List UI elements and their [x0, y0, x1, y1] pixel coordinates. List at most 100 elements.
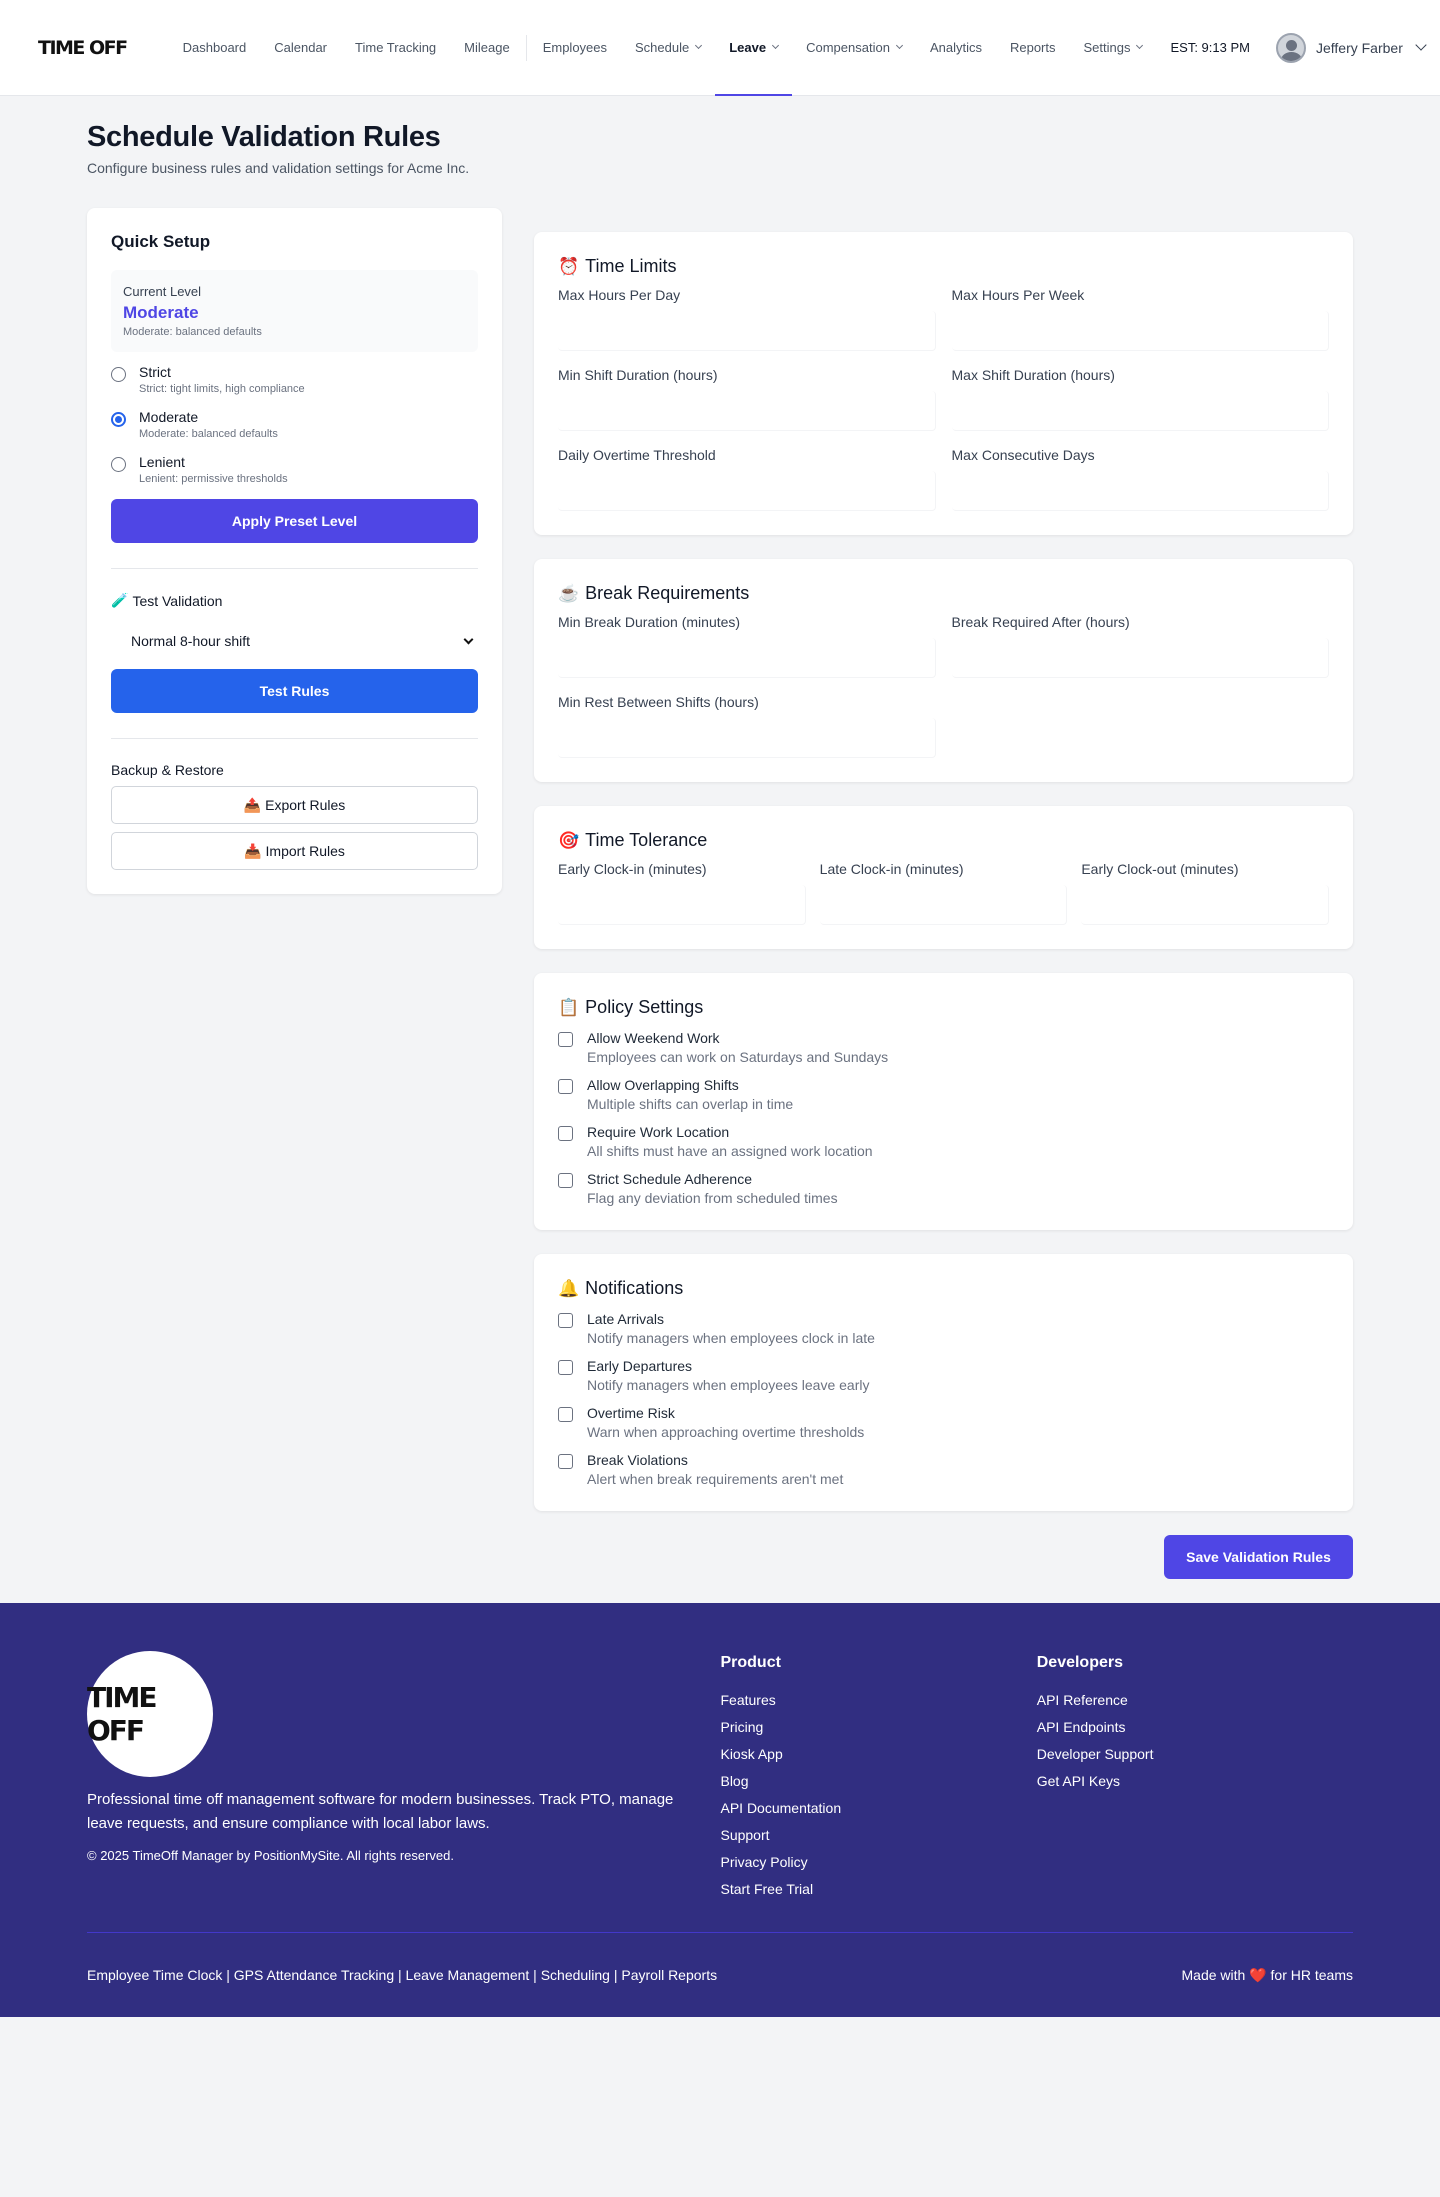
notifications-title: Notifications: [585, 1278, 684, 1298]
time-limits-card: ⏰ Time Limits Max Hours Per Day Max Hours…: [534, 232, 1353, 535]
footer-link-start-free-trial[interactable]: Start Free Trial: [720, 1881, 1036, 1897]
strict-schedule-adherence-option[interactable]: Strict Schedule Adherence Flag any deviat…: [558, 1171, 1329, 1206]
footer-link-api-documentation[interactable]: API Documentation: [720, 1800, 1036, 1816]
preset-lenient[interactable]: Lenient Lenient: permissive thresholds: [111, 454, 478, 485]
overtime-risk-option[interactable]: Overtime Risk Warn when approaching overt…: [558, 1405, 1329, 1440]
option-description: Notify managers when employees leave ear…: [587, 1377, 870, 1393]
max-hours-per-day-input[interactable]: [558, 311, 936, 351]
page-subtitle: Configure business rules and validation …: [87, 160, 470, 176]
field-label: Daily Overtime Threshold: [558, 447, 716, 463]
nav-leave[interactable]: Leave: [715, 0, 792, 96]
late-clock-in-input[interactable]: [819, 885, 1068, 925]
footer-link-features[interactable]: Features: [720, 1692, 1036, 1708]
made-with-suffix: for HR teams: [1270, 1966, 1353, 1983]
footer-link-privacy-policy[interactable]: Privacy Policy: [720, 1854, 1036, 1870]
nav-employees[interactable]: Employees: [529, 0, 621, 96]
preset-moderate[interactable]: Moderate Moderate: balanced defaults: [111, 409, 478, 440]
nav-time-tracking[interactable]: Time Tracking: [341, 0, 450, 96]
break-required-after-input[interactable]: [951, 638, 1329, 678]
quick-setup-title: Quick Setup: [111, 232, 211, 251]
user-menu[interactable]: Jeffery Farber: [1275, 32, 1427, 63]
option-description: Employees can work on Saturdays and Sund…: [587, 1049, 889, 1065]
test-scenario-select[interactable]: Normal 8-hour shift: [111, 621, 478, 661]
late-clock-in-field: Late Clock-in (minutes): [819, 861, 1068, 925]
divider: [111, 738, 478, 739]
field-label: Max Hours Per Week: [951, 287, 1085, 303]
footer-link-support[interactable]: Support: [720, 1827, 1036, 1843]
require-work-location-checkbox[interactable]: [558, 1126, 573, 1141]
nav-analytics[interactable]: Analytics: [916, 0, 996, 96]
test-rules-button[interactable]: Test Rules: [111, 669, 478, 713]
top-navigation: TIME OFF Dashboard Calendar Time Trackin…: [0, 0, 1440, 96]
field-label: Early Clock-out (minutes): [1081, 861, 1239, 877]
preset-name: Strict: [139, 364, 171, 380]
strict-radio[interactable]: [111, 367, 126, 382]
nav-mileage[interactable]: Mileage: [450, 0, 524, 96]
time-limits-title: Time Limits: [585, 256, 677, 276]
option-description: All shifts must have an assigned work lo…: [587, 1143, 873, 1159]
footer-link-blog[interactable]: Blog: [720, 1773, 1036, 1789]
nav-compensation[interactable]: Compensation: [792, 0, 916, 96]
early-clock-in-input[interactable]: [558, 885, 806, 925]
nav-schedule[interactable]: Schedule: [621, 0, 715, 96]
nav-settings[interactable]: Settings: [1070, 0, 1157, 96]
footer-link-get-api-keys[interactable]: Get API Keys: [1037, 1773, 1353, 1789]
footer-link-kiosk-app[interactable]: Kiosk App: [720, 1746, 1036, 1762]
import-rules-button[interactable]: 📥 Import Rules: [111, 832, 478, 870]
option-name: Allow Overlapping Shifts: [587, 1077, 739, 1093]
chevron-down-icon: [463, 634, 474, 644]
app-logo[interactable]: TIME OFF: [38, 37, 128, 59]
notifications-card: 🔔 Notifications Late Arrivals Notify manag…: [534, 1254, 1353, 1511]
allow-weekend-work-option[interactable]: Allow Weekend Work Employees can work on …: [558, 1030, 1329, 1065]
divider: [111, 568, 478, 569]
preset-name: Lenient: [139, 454, 185, 470]
max-hours-per-week-input[interactable]: [951, 311, 1329, 351]
min-rest-between-shifts-input[interactable]: [558, 718, 936, 758]
min-break-duration-input[interactable]: [558, 638, 936, 678]
footer-feature-links[interactable]: Employee Time Clock | GPS Attendance Tra…: [87, 1967, 717, 1983]
daily-overtime-threshold-input[interactable]: [558, 471, 936, 511]
footer-link-developer-support[interactable]: Developer Support: [1037, 1746, 1353, 1762]
page-title: Schedule Validation Rules: [87, 121, 441, 153]
time-tolerance-heading: 🎯 Time Tolerance: [558, 830, 1329, 851]
preset-strict[interactable]: Strict Strict: tight limits, high complia…: [111, 364, 478, 395]
field-label: Min Rest Between Shifts (hours): [558, 694, 759, 710]
allow-weekend-work-checkbox[interactable]: [558, 1032, 573, 1047]
field-label: Early Clock-in (minutes): [558, 861, 707, 877]
break-violations-checkbox[interactable]: [558, 1454, 573, 1469]
footer-logo[interactable]: TIME OFF: [87, 1651, 213, 1777]
apply-preset-button[interactable]: Apply Preset Level: [111, 499, 478, 543]
lenient-radio[interactable]: [111, 457, 126, 472]
nav-reports[interactable]: Reports: [996, 0, 1070, 96]
footer-link-api-reference[interactable]: API Reference: [1037, 1692, 1353, 1708]
min-shift-duration-input[interactable]: [558, 391, 936, 431]
moderate-radio[interactable]: [111, 412, 126, 427]
max-consecutive-days-field: Max Consecutive Days: [951, 447, 1329, 511]
nav-dashboard[interactable]: Dashboard: [169, 0, 261, 96]
late-arrivals-checkbox[interactable]: [558, 1313, 573, 1328]
strict-schedule-adherence-checkbox[interactable]: [558, 1173, 573, 1188]
nav-calendar[interactable]: Calendar: [260, 0, 341, 96]
late-arrivals-option[interactable]: Late Arrivals Notify managers when employ…: [558, 1311, 1329, 1346]
require-work-location-option[interactable]: Require Work Location All shifts must hav…: [558, 1124, 1329, 1159]
max-shift-duration-input[interactable]: [951, 391, 1329, 431]
allow-overlapping-shifts-option[interactable]: Allow Overlapping Shifts Multiple shifts …: [558, 1077, 1329, 1112]
option-description: Flag any deviation from scheduled times: [587, 1190, 838, 1206]
export-rules-button[interactable]: 📤 Export Rules: [111, 786, 478, 824]
save-row: Save Validation Rules: [534, 1535, 1353, 1603]
allow-overlapping-shifts-checkbox[interactable]: [558, 1079, 573, 1094]
footer-copyright: © 2025 TimeOff Manager by PositionMySite…: [87, 1848, 455, 1863]
footer-link-pricing[interactable]: Pricing: [720, 1719, 1036, 1735]
break-violations-option[interactable]: Break Violations Alert when break require…: [558, 1452, 1329, 1487]
made-with-text: Made with ❤️ for HR teams: [1182, 1967, 1354, 1984]
overtime-risk-checkbox[interactable]: [558, 1407, 573, 1422]
early-clock-in-field: Early Clock-in (minutes): [558, 861, 806, 925]
save-validation-rules-button[interactable]: Save Validation Rules: [1164, 1535, 1353, 1579]
footer-link-api-endpoints[interactable]: API Endpoints: [1037, 1719, 1353, 1735]
max-consecutive-days-input[interactable]: [951, 471, 1329, 511]
min-shift-duration-field: Min Shift Duration (hours): [558, 367, 936, 431]
early-departures-checkbox[interactable]: [558, 1360, 573, 1375]
early-clock-out-input[interactable]: [1081, 885, 1329, 925]
early-departures-option[interactable]: Early Departures Notify managers when emp…: [558, 1358, 1329, 1393]
break-requirements-heading: ☕ Break Requirements: [558, 583, 1329, 604]
